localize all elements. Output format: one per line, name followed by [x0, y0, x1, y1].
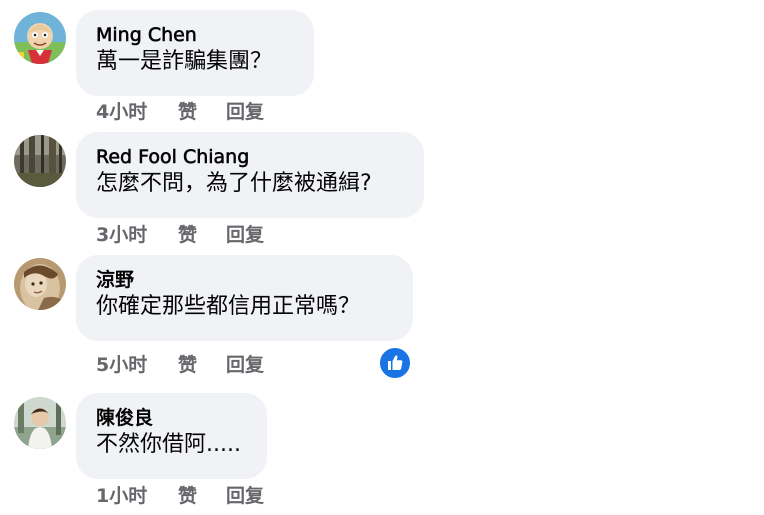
reply-button[interactable]: 回复	[226, 353, 264, 377]
comment-author[interactable]: Red Fool Chiang	[96, 145, 404, 169]
like-button[interactable]: 赞	[178, 484, 226, 508]
comment-bubble: 陳俊良 不然你借阿.....	[76, 393, 267, 479]
like-button[interactable]: 赞	[178, 353, 226, 377]
comment-author[interactable]: Ming Chen	[96, 23, 294, 47]
reaction-badge[interactable]	[378, 346, 412, 380]
like-button[interactable]: 赞	[178, 223, 226, 247]
comment-bubble: Red Fool Chiang 怎麼不問，為了什麼被通緝?	[76, 132, 424, 218]
comment-author[interactable]: 陳俊良	[96, 406, 247, 430]
comment-actions: 5小时 赞 回复	[96, 353, 264, 377]
comment-bubble: 涼野 你確定那些都信用正常嗎？	[76, 255, 413, 341]
reply-button[interactable]: 回复	[226, 223, 264, 247]
comment-timestamp[interactable]: 5小时	[96, 353, 178, 377]
comment-timestamp[interactable]: 3小时	[96, 223, 178, 247]
reply-button[interactable]: 回复	[226, 484, 264, 508]
comment-text: 你確定那些都信用正常嗎？	[96, 294, 361, 319]
avatar[interactable]	[14, 12, 66, 64]
avatar[interactable]	[14, 258, 66, 310]
comment-timestamp[interactable]: 1小时	[96, 484, 178, 508]
avatar-painting-icon	[14, 258, 66, 310]
comment-text: 萬一是詐騙集團？	[96, 49, 273, 74]
avatar-forest-icon	[14, 135, 66, 187]
comment-bubble: Ming Chen 萬一是詐騙集團？	[76, 10, 314, 96]
like-button[interactable]: 赞	[178, 100, 226, 124]
reply-button[interactable]: 回复	[226, 100, 264, 124]
avatar[interactable]	[14, 397, 66, 449]
thumbs-up-icon	[388, 355, 403, 370]
avatar-cartoon-icon	[14, 12, 66, 64]
comment-actions: 1小时 赞 回复	[96, 484, 264, 508]
avatar[interactable]	[14, 135, 66, 187]
comment-actions: 3小时 赞 回复	[96, 223, 264, 247]
comment-actions: 4小时 赞 回复	[96, 100, 264, 124]
comment-text: 不然你借阿.....	[96, 432, 241, 457]
avatar-photo-icon	[14, 397, 66, 449]
comment-timestamp[interactable]: 4小时	[96, 100, 178, 124]
comment-text: 怎麼不問，為了什麼被通緝?	[96, 171, 372, 196]
comment-author[interactable]: 涼野	[96, 268, 393, 292]
